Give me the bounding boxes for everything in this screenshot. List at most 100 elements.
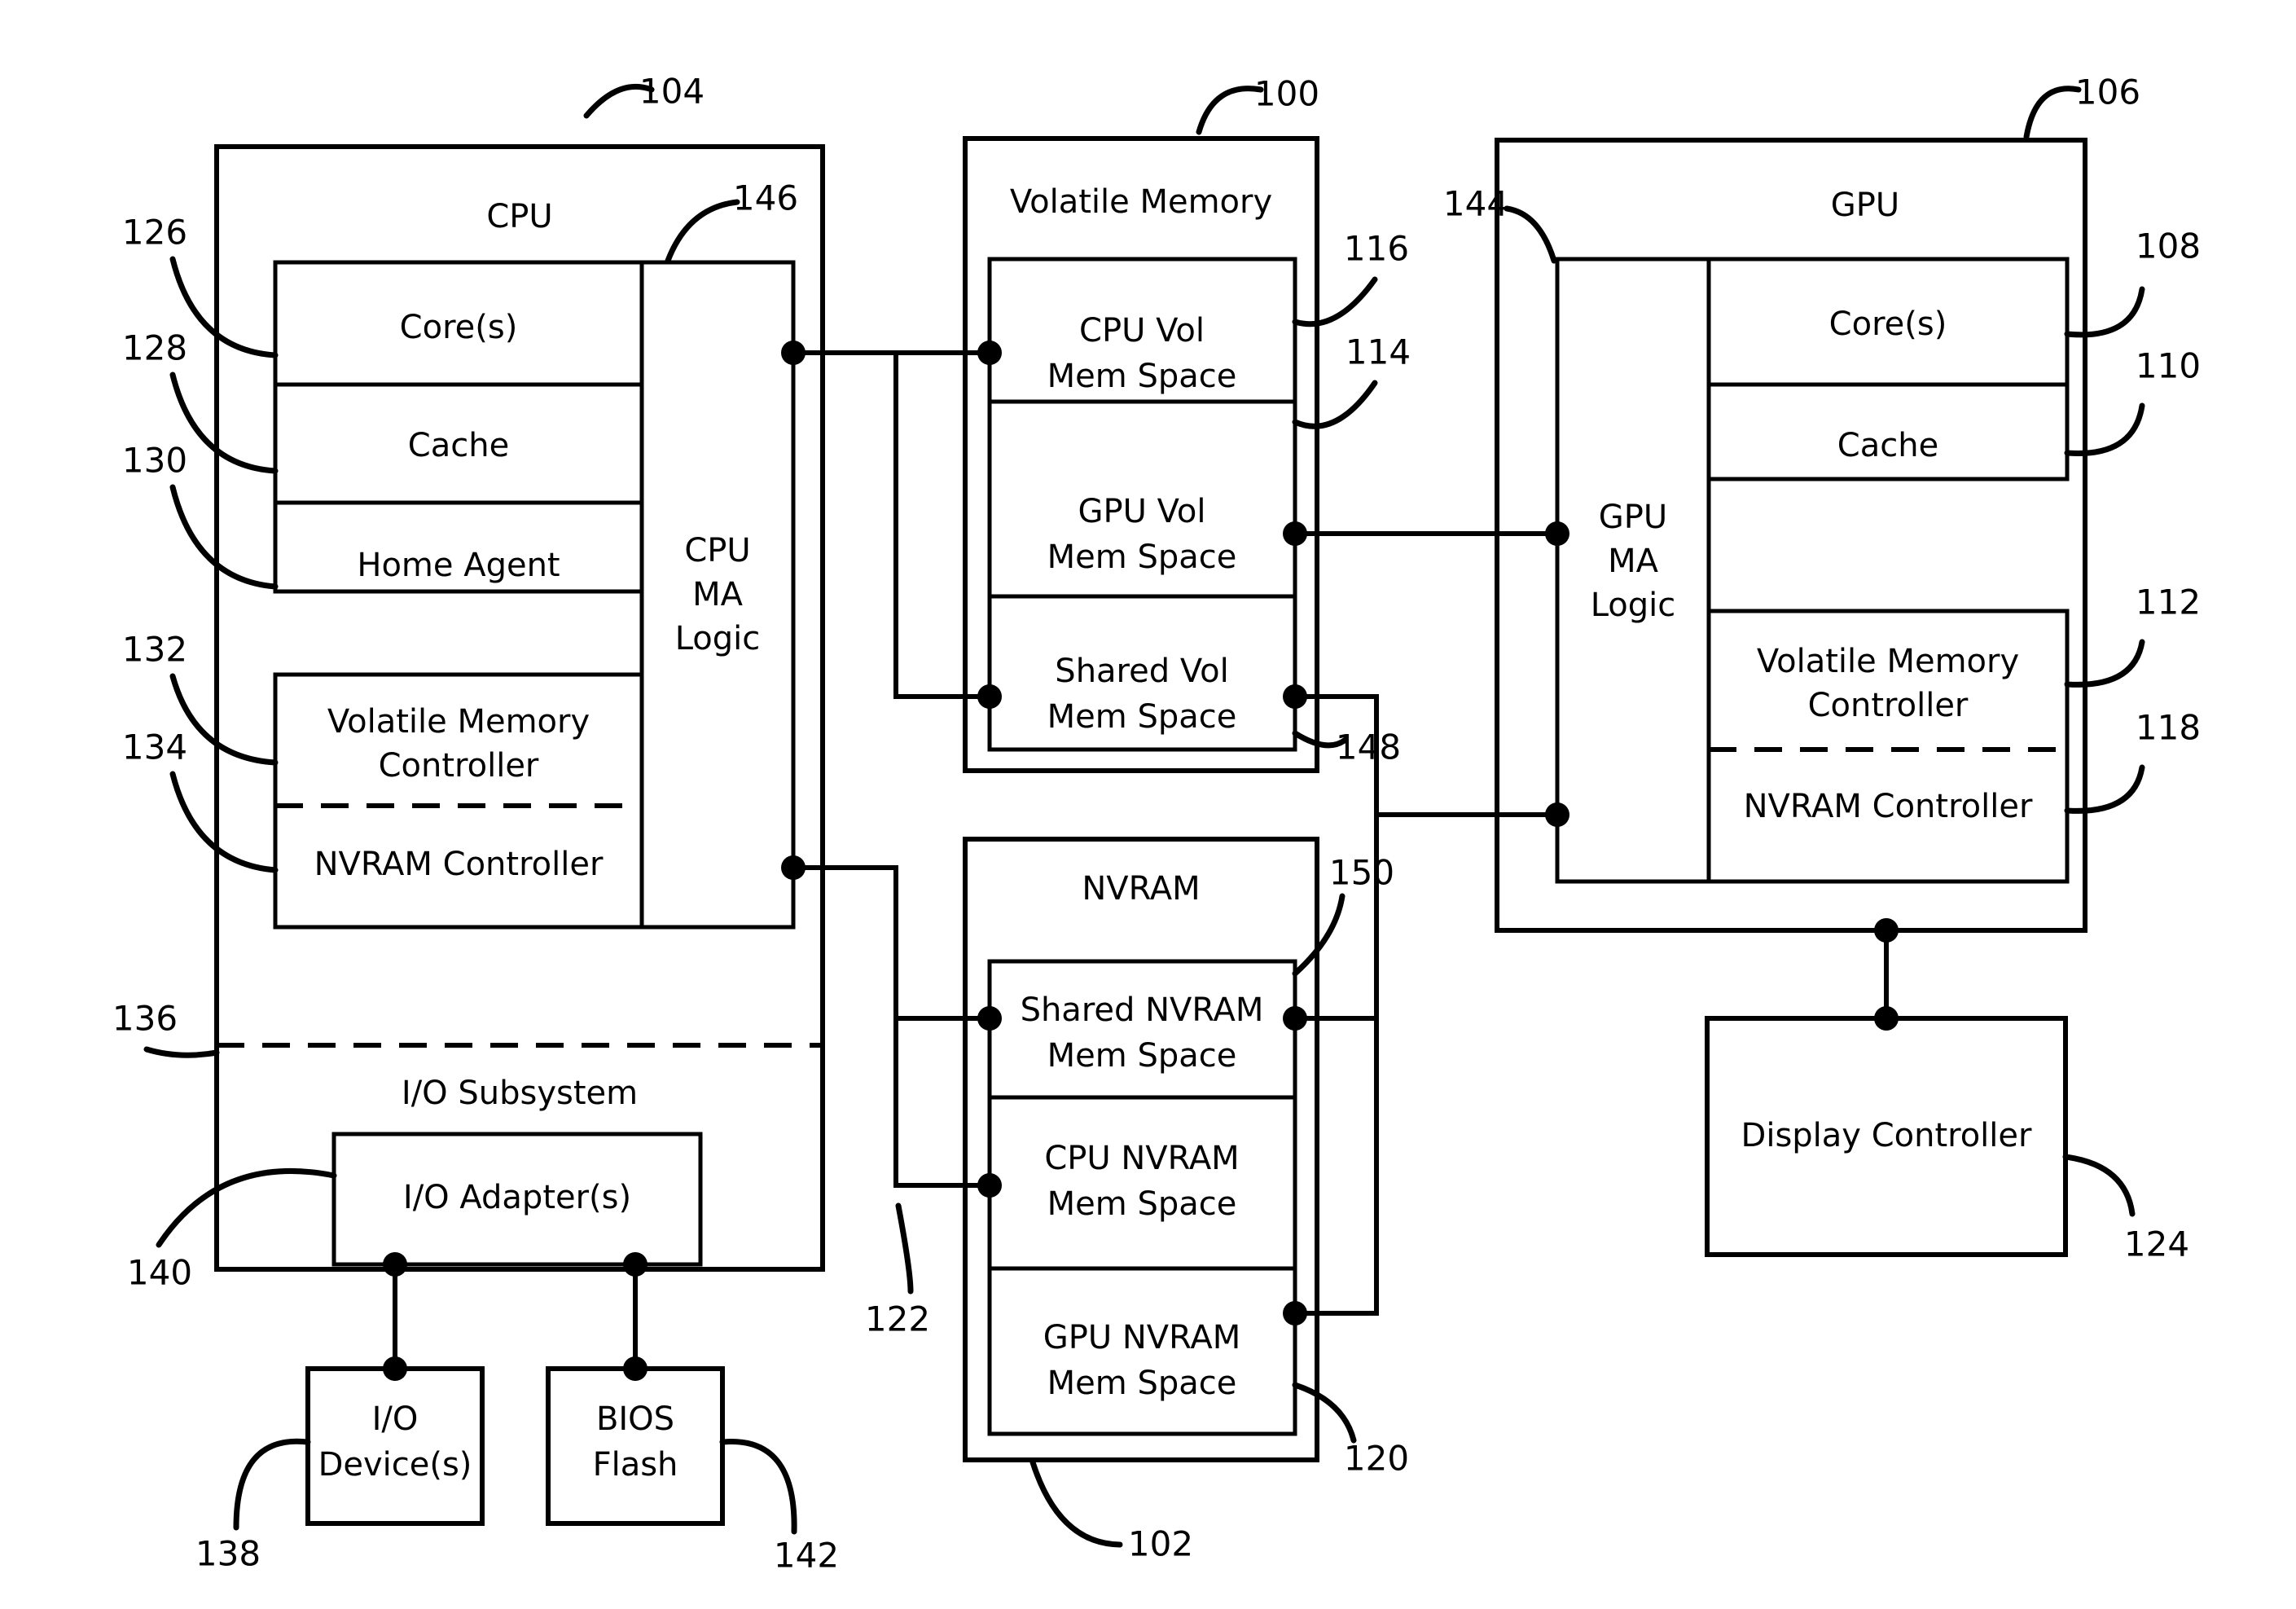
cpu-ma-logic-label-3: Logic xyxy=(675,620,761,657)
ref-118: 118 xyxy=(2136,708,2201,748)
ref-144: 144 xyxy=(1443,184,1508,224)
io-subsystem-label: I/O Subsystem xyxy=(402,1075,638,1112)
cpu-cores-label: Core(s) xyxy=(400,309,518,346)
ref-104: 104 xyxy=(639,72,705,112)
shared-vol-mem-space-label-2: Mem Space xyxy=(1047,698,1237,736)
leader-106 xyxy=(2023,86,2082,140)
patent-figure-canvas: CPU Core(s) Cache Home Agent Volatile Me… xyxy=(0,0,2296,1609)
ref-120: 120 xyxy=(1344,1439,1409,1479)
leader-100 xyxy=(1196,86,1264,135)
gpu-vol-mem-ctrl-label-1: Volatile Memory xyxy=(1757,643,2019,680)
cpu-label: CPU xyxy=(486,198,552,235)
ref-134: 134 xyxy=(122,728,187,767)
junction-dot-gpu-ma-bottom xyxy=(1545,802,1569,827)
junction-dot-sharednvram-right xyxy=(1283,1006,1307,1031)
gpu-cores-label: Core(s) xyxy=(1829,306,1947,343)
gpu-ma-logic-label-2: MA xyxy=(1608,543,1659,580)
cpu-ma-logic-label-2: MA xyxy=(692,576,744,613)
wire-cpu-ma-to-sharedvol xyxy=(893,353,990,699)
leader-140 xyxy=(156,1168,337,1248)
cpu-nvram-ctrl-label: NVRAM Controller xyxy=(314,846,604,883)
ref-138: 138 xyxy=(195,1534,261,1574)
gpu-ma-logic-label-1: GPU xyxy=(1599,499,1667,536)
leader-126 xyxy=(169,256,279,358)
ref-128: 128 xyxy=(122,328,187,368)
gpu-ma-logic-label-3: Logic xyxy=(1591,587,1676,624)
gpu-nvram-space-label-1: GPU NVRAM xyxy=(1043,1319,1240,1356)
ref-114: 114 xyxy=(1346,332,1411,372)
ref-126: 126 xyxy=(122,213,187,253)
gpu-vol-mem-space-label-2: Mem Space xyxy=(1047,539,1237,576)
gpu-cache-label: Cache xyxy=(1837,427,1938,464)
junction-dot-sharedvol-right xyxy=(1283,684,1307,709)
leader-124 xyxy=(2062,1154,2136,1217)
wire-cpu-ma-to-cpunvram xyxy=(893,1018,990,1188)
leader-118 xyxy=(2064,764,2145,814)
leader-144 xyxy=(1504,205,1557,264)
leader-138 xyxy=(233,1438,311,1531)
junction-dot-gpunvram-right xyxy=(1283,1301,1307,1325)
junction-dot-io-devices-top xyxy=(383,1356,407,1381)
leader-114 xyxy=(1292,380,1378,429)
wire-sharedvol-to-gpu-ma xyxy=(1295,694,1557,817)
leader-130 xyxy=(169,484,279,590)
display-controller-label: Display Controller xyxy=(1741,1117,2032,1154)
ref-136: 136 xyxy=(112,999,178,1039)
leader-146 xyxy=(665,199,740,264)
leader-120 xyxy=(1292,1382,1357,1444)
ref-116: 116 xyxy=(1344,229,1409,269)
ref-150: 150 xyxy=(1329,853,1394,893)
ref-146: 146 xyxy=(733,178,798,218)
wire-gpunvram-to-bus xyxy=(1295,1018,1379,1316)
leader-132 xyxy=(169,673,279,766)
cpu-vol-mem-ctrl-label-1: Volatile Memory xyxy=(327,703,590,741)
ref-130: 130 xyxy=(122,441,187,481)
junction-dot-cpu-ma-bottom xyxy=(781,855,806,880)
leader-136 xyxy=(143,1046,220,1058)
leader-134 xyxy=(169,771,279,873)
ref-110: 110 xyxy=(2136,346,2201,386)
shared-nvram-space-label-1: Shared NVRAM xyxy=(1021,991,1264,1029)
ref-124: 124 xyxy=(2124,1224,2189,1264)
junction-dot-cpuvol-left xyxy=(977,341,1002,365)
leader-110 xyxy=(2064,402,2145,457)
cpu-nvram-space-label-2: Mem Space xyxy=(1047,1185,1237,1223)
io-adapters-label: I/O Adapter(s) xyxy=(403,1179,631,1216)
cpu-ma-logic-label-1: CPU xyxy=(684,532,750,569)
junction-dot-io-adapter-right xyxy=(623,1252,648,1277)
junction-dot-sharedvol-left xyxy=(977,684,1002,709)
block-diagram: CPU Core(s) Cache Home Agent Volatile Me… xyxy=(112,72,2201,1576)
ref-132: 132 xyxy=(122,630,187,670)
leader-128 xyxy=(169,371,279,474)
junction-dot-cpu-ma-top xyxy=(781,341,806,365)
ref-142: 142 xyxy=(774,1536,839,1576)
ref-148: 148 xyxy=(1336,728,1401,767)
junction-dot-io-adapter-left xyxy=(383,1252,407,1277)
ref-102: 102 xyxy=(1128,1524,1193,1564)
cpu-nvram-space-label-1: CPU NVRAM xyxy=(1044,1140,1239,1177)
junction-dot-gpuvol-right xyxy=(1283,521,1307,546)
io-devices-label-1: I/O xyxy=(372,1400,419,1438)
junction-dot-gpu-bottom xyxy=(1874,918,1899,943)
cpu-cache-label: Cache xyxy=(408,427,509,464)
junction-dot-cpunvram-left xyxy=(977,1173,1002,1198)
bios-flash-label-1: BIOS xyxy=(596,1400,674,1438)
shared-vol-mem-space-label-1: Shared Vol xyxy=(1055,653,1228,690)
io-devices-label-2: Device(s) xyxy=(318,1446,472,1484)
cpu-vol-mem-ctrl-label-2: Controller xyxy=(379,747,539,785)
leader-116 xyxy=(1292,276,1378,328)
nvram-label: NVRAM xyxy=(1082,870,1200,908)
gpu-vol-mem-space-label-1: GPU Vol xyxy=(1078,493,1206,530)
gpu-vol-mem-ctrl-label-2: Controller xyxy=(1808,687,1969,724)
ref-112: 112 xyxy=(2136,582,2201,622)
ref-140: 140 xyxy=(127,1253,192,1293)
ref-106: 106 xyxy=(2075,73,2140,112)
shared-nvram-space-label-2: Mem Space xyxy=(1047,1037,1237,1075)
leader-108 xyxy=(2064,286,2145,338)
gpu-nvram-ctrl-label: NVRAM Controller xyxy=(1744,788,2033,825)
ref-108: 108 xyxy=(2136,226,2201,266)
leader-112 xyxy=(2064,639,2145,688)
junction-dot-bios-flash-top xyxy=(623,1356,648,1381)
cpu-home-agent-label: Home Agent xyxy=(357,547,560,584)
junction-dot-sharednvram-left xyxy=(977,1006,1002,1031)
